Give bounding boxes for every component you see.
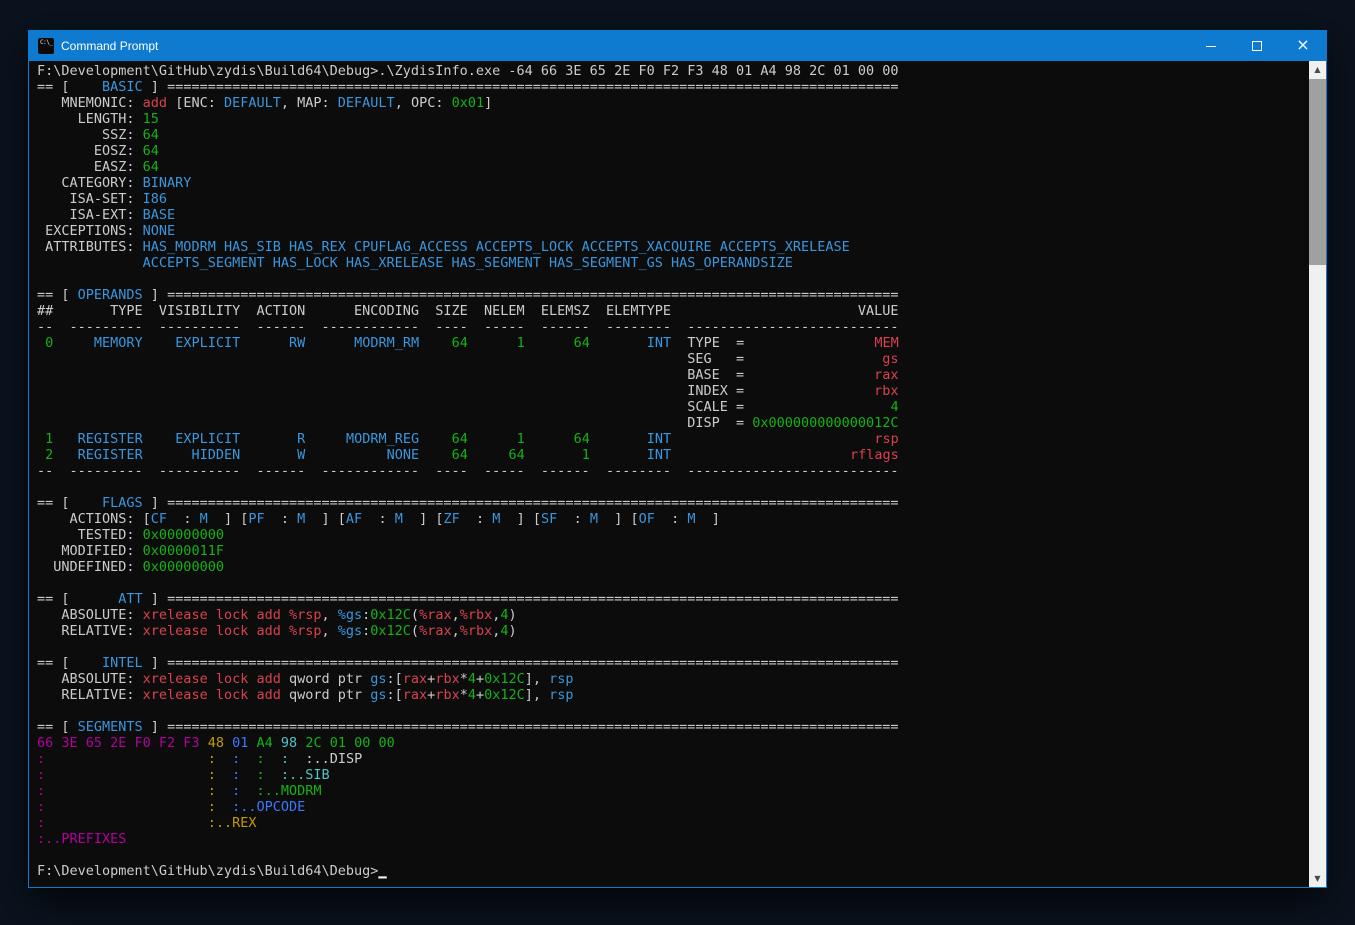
- terminal-line: ABSOLUTE: xrelease lock add %rsp, %gs:0x…: [37, 607, 1309, 623]
- terminal-line: TESTED: 0x00000000: [37, 527, 1309, 543]
- minimize-button[interactable]: [1188, 31, 1234, 61]
- terminal-line: -- --------- ---------- ------ ---------…: [37, 319, 1309, 335]
- titlebar[interactable]: C:\_ Command Prompt ×: [29, 31, 1326, 61]
- terminal-line: SCALE = 4: [37, 399, 1309, 415]
- terminal-line: : : : :..MODRM: [37, 783, 1309, 799]
- terminal-line: [37, 703, 1309, 719]
- console-area[interactable]: F:\Development\GitHub\zydis\Build64\Debu…: [29, 61, 1326, 887]
- maximize-icon: [1252, 41, 1262, 51]
- terminal-line: ISA-EXT: BASE: [37, 207, 1309, 223]
- terminal-line: == [ ATT ] =============================…: [37, 591, 1309, 607]
- terminal-line: == [ SEGMENTS ] ========================…: [37, 719, 1309, 735]
- terminal-line: MODIFIED: 0x0000011F: [37, 543, 1309, 559]
- terminal-line: BASE = rax: [37, 367, 1309, 383]
- terminal-line: EXCEPTIONS: NONE: [37, 223, 1309, 239]
- close-button[interactable]: ×: [1280, 31, 1326, 61]
- terminal-line: ISA-SET: I86: [37, 191, 1309, 207]
- terminal-line: ATTRIBUTES: HAS_MODRM HAS_SIB HAS_REX CP…: [37, 239, 1309, 255]
- minimize-icon: [1206, 46, 1216, 47]
- terminal-line: [37, 847, 1309, 863]
- terminal-line: UNDEFINED: 0x00000000: [37, 559, 1309, 575]
- terminal-line: RELATIVE: xrelease lock add %rsp, %gs:0x…: [37, 623, 1309, 639]
- scrollbar[interactable]: ▲ ▼: [1309, 61, 1326, 887]
- terminal-line: : :..REX: [37, 815, 1309, 831]
- terminal-line: 0 MEMORY EXPLICIT RW MODRM_RM 64 1 64 IN…: [37, 335, 1309, 351]
- terminal-line: [37, 575, 1309, 591]
- terminal-line: == [ OPERANDS ] ========================…: [37, 287, 1309, 303]
- scroll-up-icon[interactable]: ▲: [1309, 61, 1326, 78]
- terminal-line: SSZ: 64: [37, 127, 1309, 143]
- terminal-line: ABSOLUTE: xrelease lock add qword ptr gs…: [37, 671, 1309, 687]
- terminal-line: F:\Development\GitHub\zydis\Build64\Debu…: [37, 63, 1309, 79]
- terminal-line: F:\Development\GitHub\zydis\Build64\Debu…: [37, 863, 1309, 879]
- cmd-icon-glyph: C:\_: [40, 39, 52, 46]
- window-controls: ×: [1188, 31, 1326, 61]
- terminal-line: [37, 271, 1309, 287]
- maximize-button[interactable]: [1234, 31, 1280, 61]
- terminal-line: :..PREFIXES: [37, 831, 1309, 847]
- scrollbar-thumb[interactable]: [1309, 79, 1326, 265]
- command-prompt-window: C:\_ Command Prompt × F:\Development\Git…: [28, 30, 1327, 888]
- terminal-line: : : :..OPCODE: [37, 799, 1309, 815]
- terminal-line: 2 REGISTER HIDDEN W NONE 64 64 1 INT rfl…: [37, 447, 1309, 463]
- terminal-line: DISP = 0x000000000000012C: [37, 415, 1309, 431]
- terminal-line: 66 3E 65 2E F0 F2 F3 48 01 A4 98 2C 01 0…: [37, 735, 1309, 751]
- terminal-line: -- --------- ---------- ------ ---------…: [37, 463, 1309, 479]
- terminal-line: 1 REGISTER EXPLICIT R MODRM_REG 64 1 64 …: [37, 431, 1309, 447]
- terminal-line: == [ FLAGS ] ===========================…: [37, 495, 1309, 511]
- terminal-output: F:\Development\GitHub\zydis\Build64\Debu…: [29, 61, 1309, 887]
- terminal-line: INDEX = rbx: [37, 383, 1309, 399]
- terminal-line: ## TYPE VISIBILITY ACTION ENCODING SIZE …: [37, 303, 1309, 319]
- terminal-line: EOSZ: 64: [37, 143, 1309, 159]
- window-title: Command Prompt: [61, 39, 158, 53]
- terminal-line: LENGTH: 15: [37, 111, 1309, 127]
- terminal-line: == [ INTEL ] ===========================…: [37, 655, 1309, 671]
- terminal-line: CATEGORY: BINARY: [37, 175, 1309, 191]
- terminal-line: : : : : :..SIB: [37, 767, 1309, 783]
- close-icon: ×: [1296, 37, 1309, 53]
- terminal-line: EASZ: 64: [37, 159, 1309, 175]
- terminal-line: ACCEPTS_SEGMENT HAS_LOCK HAS_XRELEASE HA…: [37, 255, 1309, 271]
- terminal-line: SEG = gs: [37, 351, 1309, 367]
- terminal-line: RELATIVE: xrelease lock add qword ptr gs…: [37, 687, 1309, 703]
- terminal-line: [37, 479, 1309, 495]
- terminal-line: == [ BASIC ] ===========================…: [37, 79, 1309, 95]
- terminal-line: [37, 639, 1309, 655]
- terminal-line: MNEMONIC: add [ENC: DEFAULT, MAP: DEFAUL…: [37, 95, 1309, 111]
- terminal-line: ACTIONS: [CF : M ] [PF : M ] [AF : M ] […: [37, 511, 1309, 527]
- cmd-icon: C:\_: [38, 38, 54, 54]
- terminal-line: : : : : : :..DISP: [37, 751, 1309, 767]
- scroll-down-icon[interactable]: ▼: [1309, 870, 1326, 887]
